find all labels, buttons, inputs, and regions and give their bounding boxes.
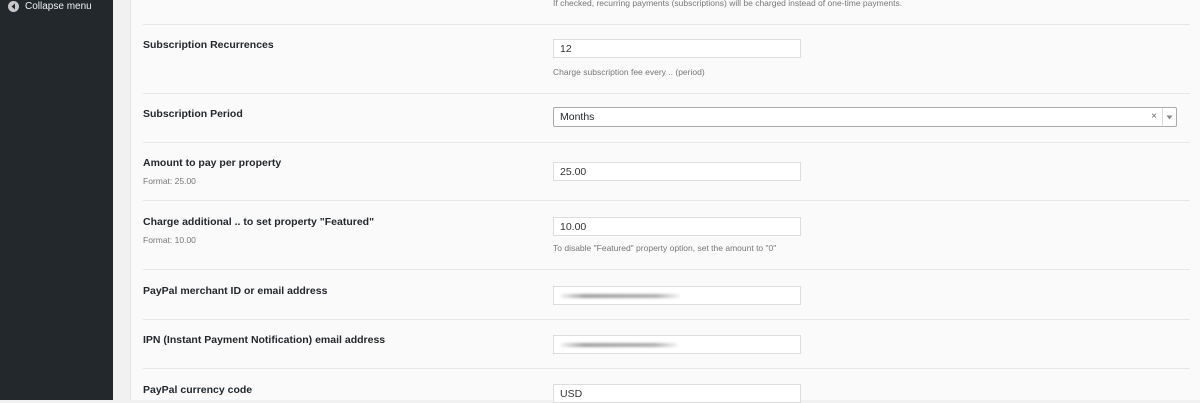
ipn-email-label: IPN (Instant Payment Notification) email… <box>143 334 386 346</box>
featured-charge-format: Format: 10.00 <box>143 235 196 245</box>
subscription-period-label: Subscription Period <box>143 108 243 120</box>
paypal-merchant-input[interactable] <box>553 286 801 305</box>
content-gutter <box>113 0 130 400</box>
ipn-email-input[interactable] <box>553 335 801 354</box>
amount-per-property-format: Format: 25.00 <box>143 176 196 186</box>
row-separator <box>143 24 1190 25</box>
subscription-period-value: Months <box>560 111 595 123</box>
row-separator <box>143 142 1190 143</box>
recurring-payments-hint: If checked, recurring payments (subscrip… <box>553 0 903 8</box>
redacted-value <box>560 294 680 298</box>
amount-per-property-label: Amount to pay per property <box>143 157 282 169</box>
row-separator <box>143 200 1190 201</box>
collapse-menu-label: Collapse menu <box>25 0 92 12</box>
subscription-recurrences-label: Subscription Recurrences <box>143 39 274 51</box>
row-separator <box>143 269 1190 270</box>
row-separator <box>143 368 1190 369</box>
admin-sidebar: Collapse menu <box>0 0 113 400</box>
featured-charge-label: Charge additional .. to set property "Fe… <box>143 216 375 228</box>
clear-selection-icon[interactable]: × <box>1151 108 1157 126</box>
subscription-period-select[interactable]: Months × <box>553 107 1177 127</box>
paypal-merchant-label: PayPal merchant ID or email address <box>143 285 328 297</box>
featured-charge-input[interactable] <box>553 217 801 236</box>
subscription-recurrences-input[interactable] <box>553 39 801 58</box>
redacted-value <box>560 343 678 347</box>
settings-form: If checked, recurring payments (subscrip… <box>143 0 1190 403</box>
collapse-arrow-icon <box>8 0 19 12</box>
row-separator <box>143 319 1190 320</box>
row-separator <box>143 93 1190 94</box>
currency-code-label: PayPal currency code <box>143 384 253 396</box>
subscription-recurrences-description: Charge subscription fee every .. (period… <box>553 67 705 77</box>
featured-charge-description: To disable "Featured" property option, s… <box>553 243 777 253</box>
currency-code-input[interactable] <box>553 384 801 403</box>
amount-per-property-input[interactable] <box>553 162 801 181</box>
collapse-menu-button[interactable]: Collapse menu <box>8 0 92 13</box>
chevron-down-icon[interactable] <box>1162 108 1176 126</box>
